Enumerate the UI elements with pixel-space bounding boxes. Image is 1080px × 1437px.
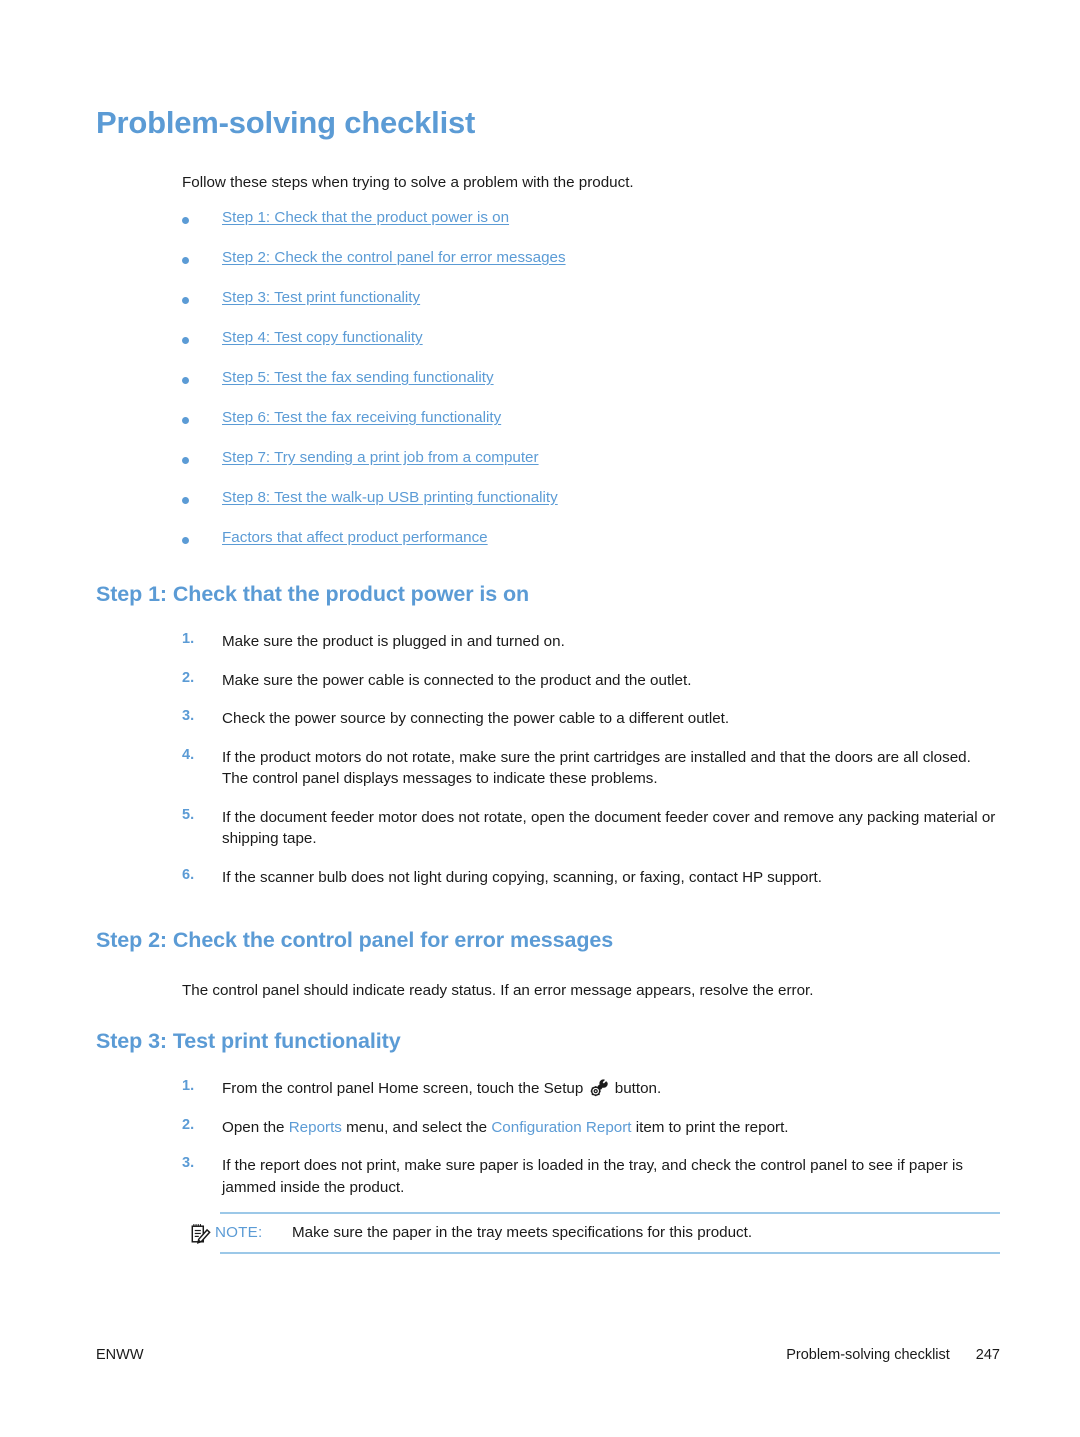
bullet-icon bbox=[182, 377, 189, 384]
text-after-icon: button. bbox=[610, 1080, 662, 1097]
bullet-icon bbox=[182, 537, 189, 544]
bullet-icon bbox=[182, 417, 189, 424]
list-number: 1. bbox=[182, 631, 195, 647]
step-1-ordered-list: 1. Make sure the product is plugged in a… bbox=[182, 631, 1000, 905]
document-page: Problem-solving checklist Follow these s… bbox=[0, 0, 1080, 1437]
list-item[interactable]: Step 6: Test the fax receiving functiona… bbox=[182, 409, 982, 449]
list-number: 5. bbox=[182, 806, 195, 823]
list-item[interactable]: Step 1: Check that the product power is … bbox=[182, 209, 982, 249]
list-text: If the scanner bulb does not light durin… bbox=[222, 868, 822, 886]
step-3-ordered-list: 1. From the control panel Home screen, t… bbox=[182, 1078, 1000, 1215]
heading-step-3: Step 3: Test print functionality bbox=[96, 1029, 401, 1053]
bullet-icon bbox=[182, 457, 189, 464]
bullet-icon bbox=[182, 337, 189, 344]
footer-locale: ENWW bbox=[96, 1347, 144, 1363]
list-text: If the product motors do not rotate, mak… bbox=[222, 748, 971, 788]
list-item: 3. If the report does not print, make su… bbox=[182, 1155, 1000, 1198]
text-part-3: item to print the report. bbox=[631, 1118, 789, 1136]
list-text: If the document feeder motor does not ro… bbox=[222, 808, 996, 848]
link-step-3[interactable]: Step 3: Test print functionality bbox=[222, 289, 420, 306]
list-text: If the report does not print, make sure … bbox=[222, 1157, 963, 1196]
link-step-7[interactable]: Step 7: Try sending a print job from a c… bbox=[222, 449, 539, 466]
link-step-8[interactable]: Step 8: Test the walk-up USB printing fu… bbox=[222, 489, 558, 506]
step-2-paragraph: The control panel should indicate ready … bbox=[182, 982, 814, 999]
heading-step-1: Step 1: Check that the product power is … bbox=[96, 582, 530, 606]
note-bottom-rule bbox=[220, 1252, 1000, 1254]
list-text: Make sure the power cable is connected t… bbox=[222, 671, 692, 689]
link-factors-performance[interactable]: Factors that affect product performance bbox=[222, 529, 488, 546]
list-text: From the control panel Home screen, touc… bbox=[222, 1078, 1000, 1100]
note-label: NOTE: bbox=[215, 1224, 263, 1241]
notepad-pencil-icon bbox=[190, 1223, 212, 1245]
list-item: 1. Make sure the product is plugged in a… bbox=[182, 631, 1000, 653]
heading-step-2: Step 2: Check the control panel for erro… bbox=[96, 928, 614, 952]
list-text: Check the power source by connecting the… bbox=[222, 710, 730, 727]
list-item[interactable]: Step 5: Test the fax sending functionali… bbox=[182, 369, 982, 409]
list-number: 3. bbox=[182, 708, 195, 724]
checklist-link-list: Step 1: Check that the product power is … bbox=[182, 209, 982, 569]
list-number: 3. bbox=[182, 1155, 195, 1171]
link-step-1[interactable]: Step 1: Check that the product power is … bbox=[222, 209, 509, 226]
footer-chapter: Problem-solving checklist bbox=[786, 1347, 950, 1363]
list-number: 6. bbox=[182, 866, 195, 883]
page-title: Problem-solving checklist bbox=[96, 105, 476, 140]
note-text: Make sure the paper in the tray meets sp… bbox=[292, 1224, 753, 1241]
list-item: 4. If the product motors do not rotate, … bbox=[182, 747, 1000, 790]
list-item: 5. If the document feeder motor does not… bbox=[182, 807, 1000, 850]
link-step-5[interactable]: Step 5: Test the fax sending functionali… bbox=[222, 369, 494, 386]
bullet-icon bbox=[182, 297, 189, 304]
note-admonition: NOTE: Make sure the paper in the tray me… bbox=[182, 1212, 1000, 1254]
text-before-icon: From the control panel Home screen, touc… bbox=[222, 1080, 588, 1097]
ui-reference-reports-menu: Reports bbox=[288, 1118, 342, 1136]
list-item[interactable]: Step 2: Check the control panel for erro… bbox=[182, 249, 982, 289]
list-item[interactable]: Step 7: Try sending a print job from a c… bbox=[182, 449, 982, 489]
list-number: 2. bbox=[182, 1116, 195, 1133]
bullet-icon bbox=[182, 497, 189, 504]
link-step-6[interactable]: Step 6: Test the fax receiving functiona… bbox=[222, 409, 501, 426]
list-text: Make sure the product is plugged in and … bbox=[222, 633, 565, 650]
bullet-icon bbox=[182, 217, 189, 224]
list-item: 1. From the control panel Home screen, t… bbox=[182, 1078, 1000, 1100]
list-item: 6. If the scanner bulb does not light du… bbox=[182, 867, 1000, 889]
footer-chapter-and-page: Problem-solving checklist 247 bbox=[786, 1347, 1000, 1363]
list-item[interactable]: Factors that affect product performance bbox=[182, 529, 982, 569]
footer-page-number: 247 bbox=[975, 1347, 1000, 1363]
bullet-icon bbox=[182, 257, 189, 264]
link-step-4[interactable]: Step 4: Test copy functionality bbox=[222, 329, 423, 346]
list-number: 1. bbox=[182, 1078, 195, 1094]
list-number: 4. bbox=[182, 746, 195, 763]
intro-paragraph: Follow these steps when trying to solve … bbox=[182, 174, 634, 191]
text-part-2: menu, and select the bbox=[341, 1118, 492, 1136]
setup-wrench-gear-icon bbox=[590, 1078, 609, 1097]
list-item: 3. Check the power source by connecting … bbox=[182, 708, 1000, 730]
link-step-2[interactable]: Step 2: Check the control panel for erro… bbox=[222, 249, 566, 266]
list-item: 2. Make sure the power cable is connecte… bbox=[182, 670, 1000, 692]
text-part-1: Open the bbox=[222, 1118, 289, 1136]
list-item[interactable]: Step 8: Test the walk-up USB printing fu… bbox=[182, 489, 982, 529]
list-item[interactable]: Step 3: Test print functionality bbox=[182, 289, 982, 329]
note-body: NOTE: Make sure the paper in the tray me… bbox=[182, 1214, 1000, 1252]
list-item[interactable]: Step 4: Test copy functionality bbox=[182, 329, 982, 369]
ui-reference-configuration-report: Configuration Report bbox=[491, 1118, 632, 1136]
list-text: Open the Reports menu, and select the Co… bbox=[222, 1117, 1000, 1139]
list-number: 2. bbox=[182, 669, 195, 686]
list-item: 2. Open the Reports menu, and select the… bbox=[182, 1117, 1000, 1139]
